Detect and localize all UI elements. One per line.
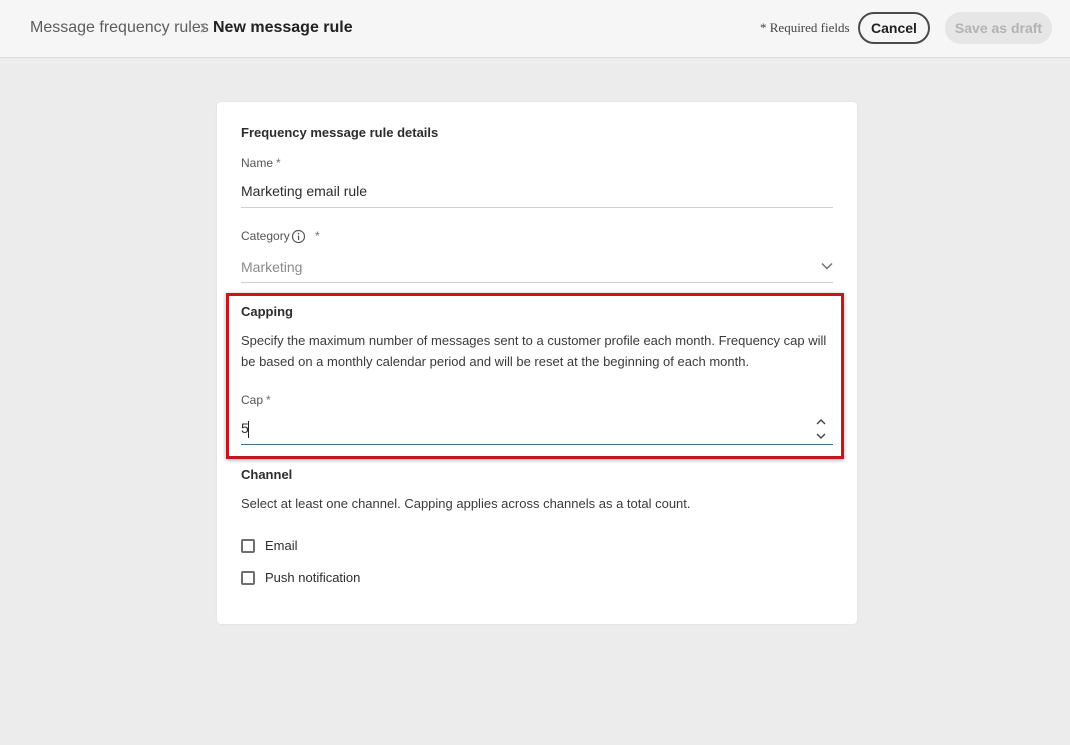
required-asterisk: * [266, 393, 271, 407]
email-checkbox-label[interactable]: Email [265, 538, 298, 553]
name-field[interactable]: Marketing email rule [241, 183, 367, 199]
info-icon[interactable] [291, 229, 306, 244]
chevron-right-icon [200, 23, 207, 33]
name-field-underline [241, 207, 833, 208]
save-as-draft-button[interactable]: Save as draft [945, 12, 1052, 44]
chevron-up-icon [816, 419, 826, 425]
required-asterisk: * [276, 156, 281, 170]
capping-title: Capping [241, 304, 293, 319]
category-label: Category [241, 229, 290, 243]
chevron-down-icon [816, 433, 826, 439]
category-select[interactable]: Marketing [241, 259, 302, 275]
push-notification-checkbox-label[interactable]: Push notification [265, 570, 360, 585]
chevron-down-icon[interactable] [820, 259, 834, 273]
email-checkbox[interactable] [241, 539, 255, 553]
form-title: Frequency message rule details [241, 125, 439, 140]
name-label: Name * [241, 156, 281, 170]
cap-label: Cap * [241, 393, 271, 407]
page-title: New message rule [213, 19, 353, 36]
top-bar: Message frequency rules New message rule… [0, 0, 1070, 58]
required-asterisk: * [315, 229, 320, 243]
channel-title: Channel [241, 467, 293, 482]
cap-field-underline [241, 444, 833, 445]
push-notification-checkbox[interactable] [241, 571, 255, 585]
text-cursor [248, 421, 249, 438]
category-field-underline [241, 282, 833, 283]
capping-description: Specify the maximum number of messages s… [241, 333, 827, 369]
breadcrumb-parent-link[interactable]: Message frequency rules [30, 19, 209, 37]
channel-description: Select at least one channel. Capping app… [241, 496, 691, 511]
cancel-button[interactable]: Cancel [858, 12, 930, 44]
required-fields-note: * Required fields [760, 20, 850, 35]
stepper-arrows[interactable] [814, 416, 828, 442]
